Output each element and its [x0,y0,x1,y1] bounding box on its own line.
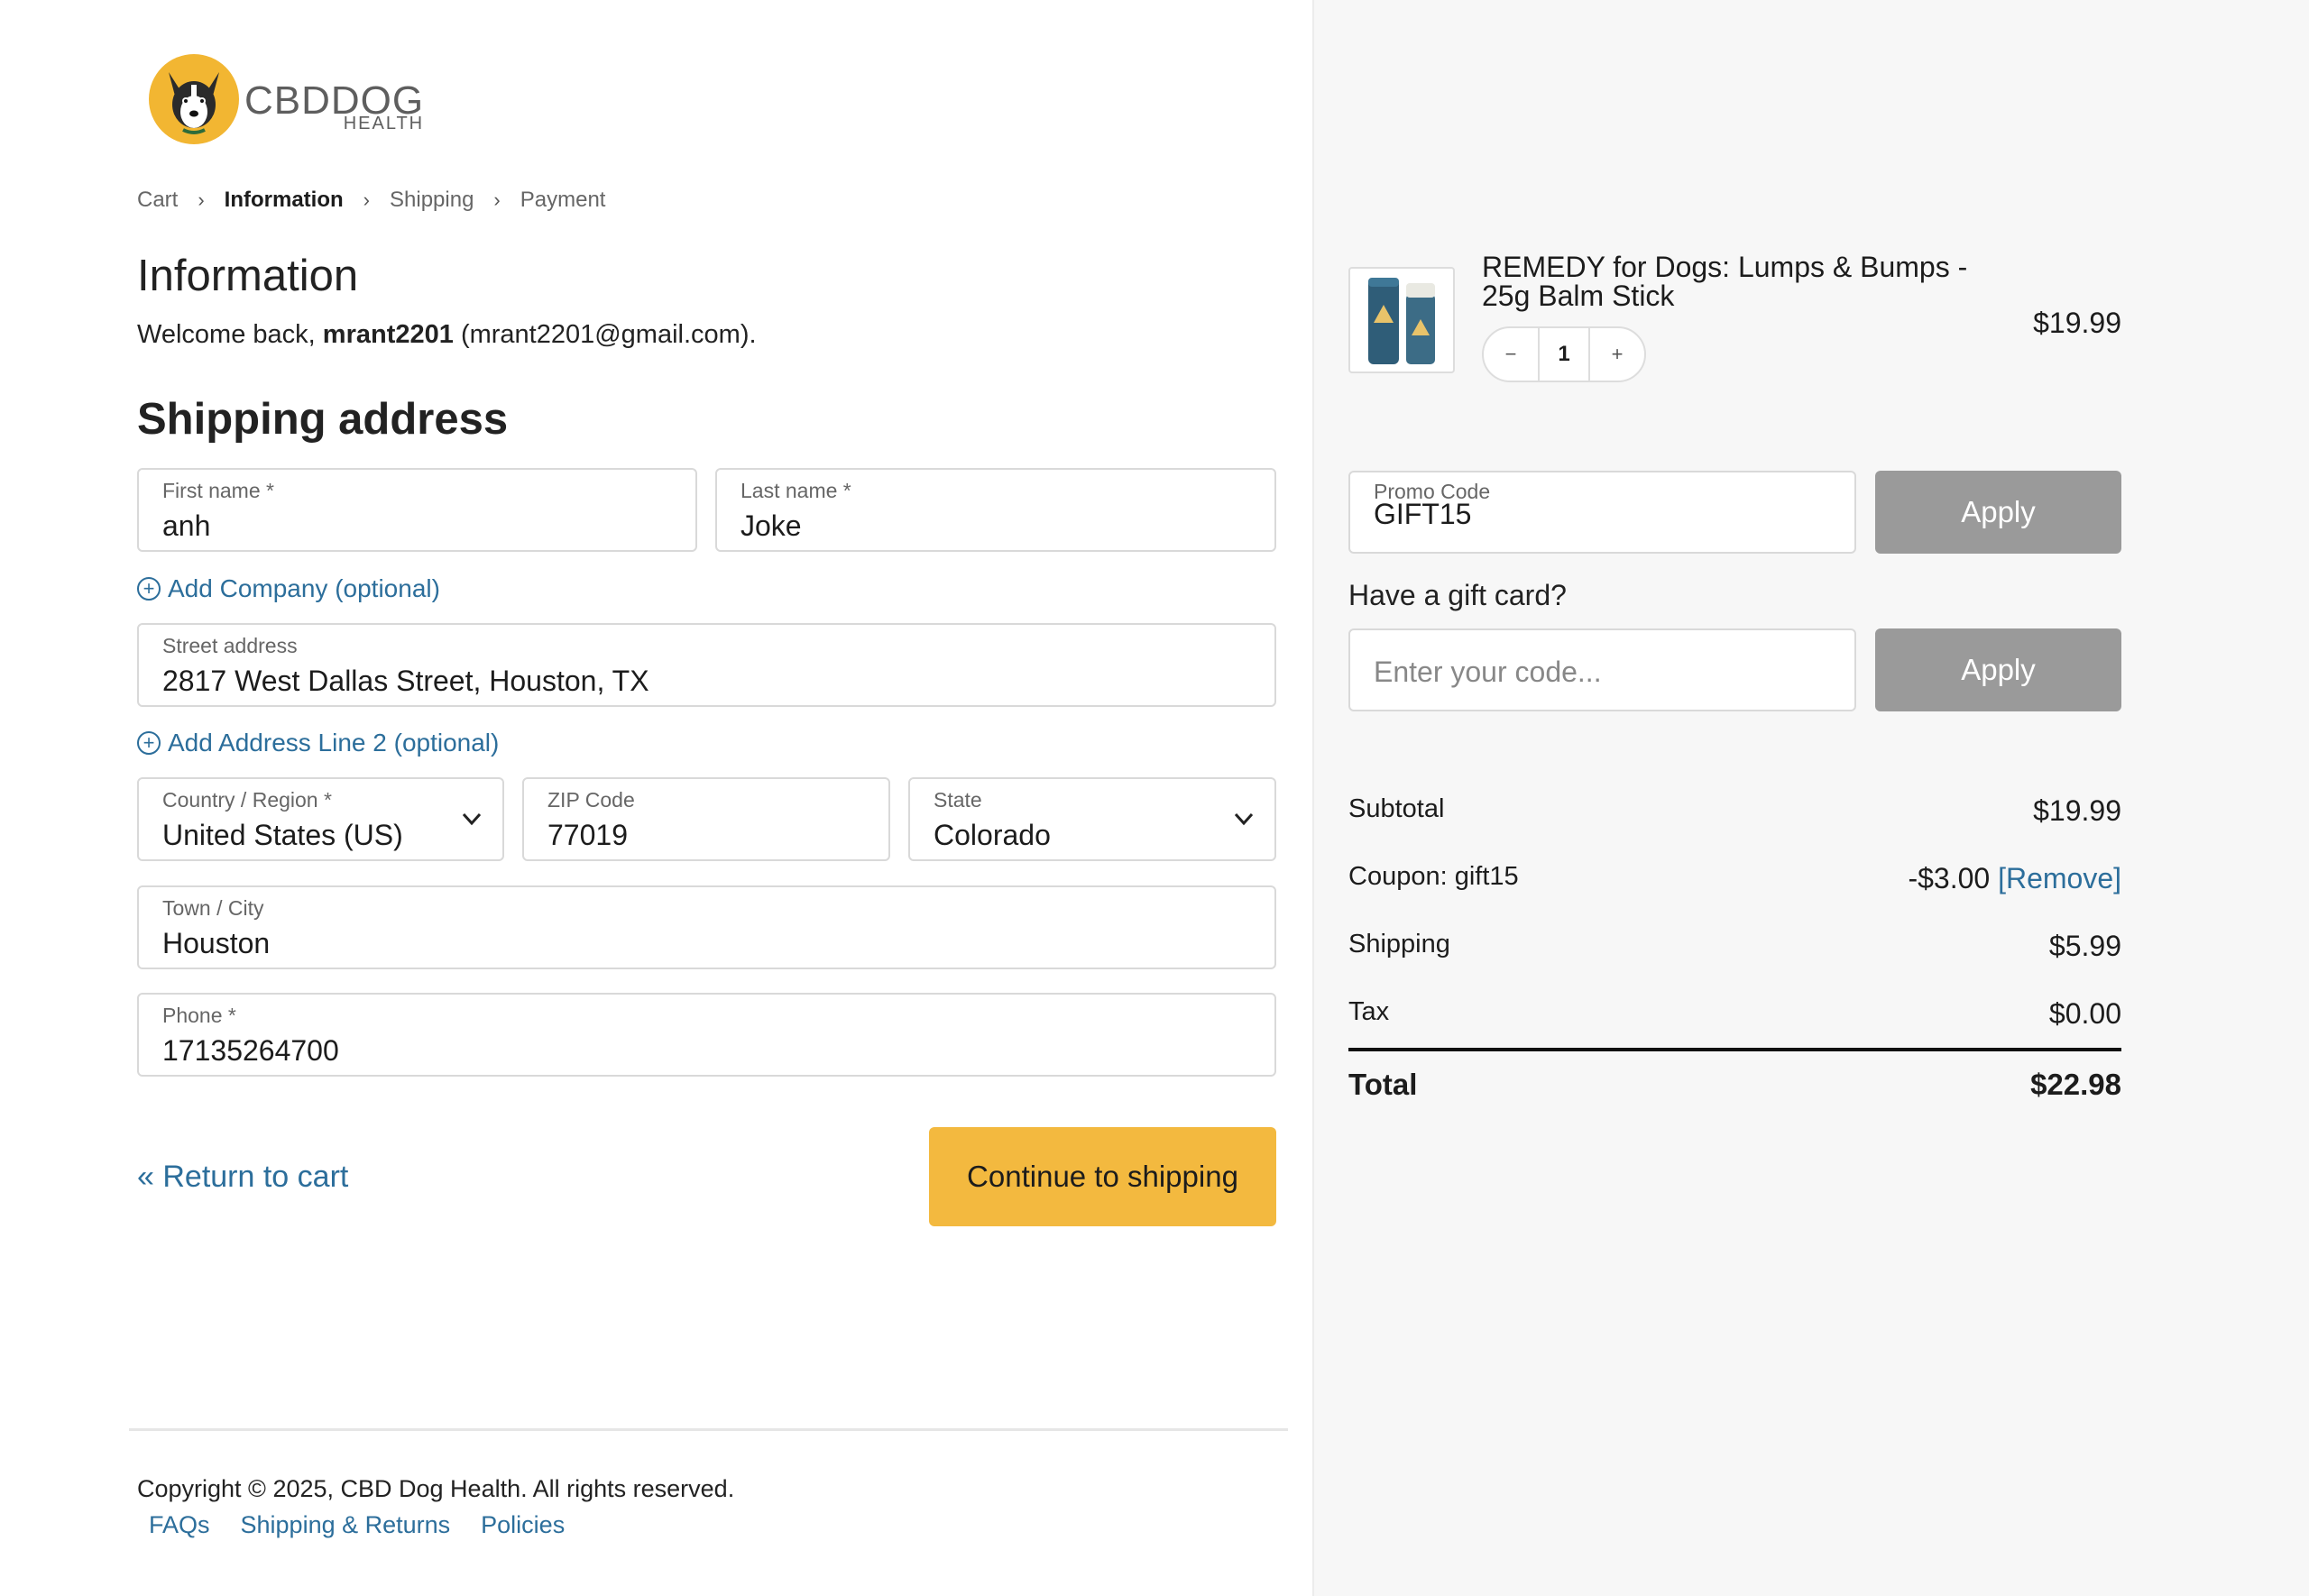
zip-code-label: ZIP Code [547,788,635,812]
state-value: Colorado [934,819,1051,851]
footer-divider [129,1428,1288,1431]
tax-label: Tax [1348,997,1390,1026]
last-name-field[interactable]: Last name * Joke [715,468,1276,552]
add-company-label: Add Company (optional) [168,574,440,602]
decrease-quantity-button[interactable]: − [1484,343,1538,366]
increase-quantity-button[interactable]: + [1590,343,1644,366]
footer-link-faqs[interactable]: FAQs [149,1511,210,1539]
checkout-main: CBDDOG HEALTH Cart › Information › Shipp… [0,0,1312,1596]
total-divider [1348,1048,2121,1051]
shipping-value: $5.99 [2048,930,2121,962]
shipping-row: Shipping $5.99 [1348,930,2121,963]
gift-card-placeholder: Enter your code... [1374,656,1602,688]
continue-to-shipping-button[interactable]: Continue to shipping [929,1127,1276,1226]
shipping-address-heading: Shipping address [137,395,509,444]
tax-value: $0.00 [2048,997,2121,1030]
product-name: REMEDY for Dogs: Lumps & Bumps - 25g Bal… [1482,251,1968,312]
total-row: Total $22.98 [1348,1068,2121,1102]
promo-code-input[interactable]: Promo Code GIFT15 [1348,471,1856,554]
subtotal-value: $19.99 [2033,794,2121,827]
tax-row: Tax $0.00 [1348,997,2121,1031]
first-name-field[interactable]: First name * anh [137,468,697,552]
zip-code-value: 77019 [547,819,628,851]
footer-links: FAQs Shipping & Returns Policies [149,1511,595,1539]
information-heading: Information [137,252,359,300]
copyright: Copyright © 2025, CBD Dog Health. All ri… [137,1475,735,1502]
username: mrant2201 [322,320,454,349]
total-value: $22.98 [2030,1068,2121,1101]
breadcrumb-information: Information [224,188,344,212]
last-name-label: Last name * [741,479,851,502]
welcome-message: Welcome back, mrant2201 (mrant2201@gmail… [137,320,757,350]
coupon-row: Coupon: gift15 -$3.00 [Remove] [1348,862,2121,895]
dog-logo-icon [149,54,239,144]
site-logo[interactable]: CBDDOG HEALTH [149,54,424,144]
chevron-right-icon: › [363,188,370,211]
street-address-label: Street address [162,634,298,657]
coupon-label: Coupon: gift15 [1348,862,1519,891]
chevron-right-icon: › [198,188,205,211]
breadcrumb-cart[interactable]: Cart [137,188,178,213]
country-value: United States (US) [162,819,403,851]
promo-apply-button[interactable]: Apply [1875,471,2121,554]
gift-card-question: Have a gift card? [1348,579,1567,611]
quantity-stepper: − 1 + [1482,326,1646,382]
breadcrumb-shipping: Shipping [390,188,474,212]
last-name-value: Joke [741,509,802,542]
state-select[interactable]: State Colorado [908,777,1276,861]
street-address-field[interactable]: Street address 2817 West Dallas Street, … [137,623,1276,707]
city-label: Town / City [162,896,264,920]
gift-card-apply-button[interactable]: Apply [1875,628,2121,711]
chevron-right-icon: › [493,188,501,211]
return-to-cart-link[interactable]: « Return to cart [137,1160,348,1195]
phone-label: Phone * [162,1004,236,1027]
promo-code-value: GIFT15 [1374,498,1472,530]
total-label: Total [1348,1068,1418,1101]
plus-circle-icon: + [137,731,161,755]
zip-code-field[interactable]: ZIP Code 77019 [522,777,890,861]
city-field[interactable]: Town / City Houston [137,885,1276,969]
add-address-line2-link[interactable]: + Add Address Line 2 (optional) [137,729,499,757]
gift-card-input[interactable]: Enter your code... [1348,628,1856,711]
product-price: $19.99 [2033,307,2121,339]
plus-circle-icon: + [137,577,161,601]
subtotal-label: Subtotal [1348,794,1445,823]
product-thumbnail [1348,267,1455,373]
city-value: Houston [162,927,271,959]
breadcrumb-payment: Payment [520,188,606,212]
coupon-value: -$3.00 [1908,862,1991,894]
brand-sub: HEALTH [343,114,425,133]
street-address-value: 2817 West Dallas Street, Houston, TX [162,665,649,697]
first-name-label: First name * [162,479,274,502]
add-company-link[interactable]: + Add Company (optional) [137,574,440,603]
phone-value: 17135264700 [162,1034,339,1067]
country-select[interactable]: Country / Region * United States (US) [137,777,504,861]
welcome-prefix: Welcome back, [137,320,316,349]
shipping-label: Shipping [1348,930,1450,959]
chevron-down-icon [462,812,482,826]
first-name-value: anh [162,509,211,542]
balm-stick-image [1368,278,1435,364]
breadcrumb: Cart › Information › Shipping › Payment [137,188,605,213]
footer-link-policies[interactable]: Policies [481,1511,565,1539]
phone-field[interactable]: Phone * 17135264700 [137,993,1276,1077]
add-address-line2-label: Add Address Line 2 (optional) [168,729,500,757]
remove-coupon-link[interactable]: [Remove] [1998,862,2121,894]
chevron-down-icon [1234,812,1254,826]
state-label: State [934,788,982,812]
subtotal-row: Subtotal $19.99 [1348,794,2121,828]
country-label: Country / Region * [162,788,332,812]
user-email: (mrant2201@gmail.com). [460,320,757,349]
quantity-value[interactable]: 1 [1538,328,1590,381]
footer-link-shipping-returns[interactable]: Shipping & Returns [241,1511,451,1539]
